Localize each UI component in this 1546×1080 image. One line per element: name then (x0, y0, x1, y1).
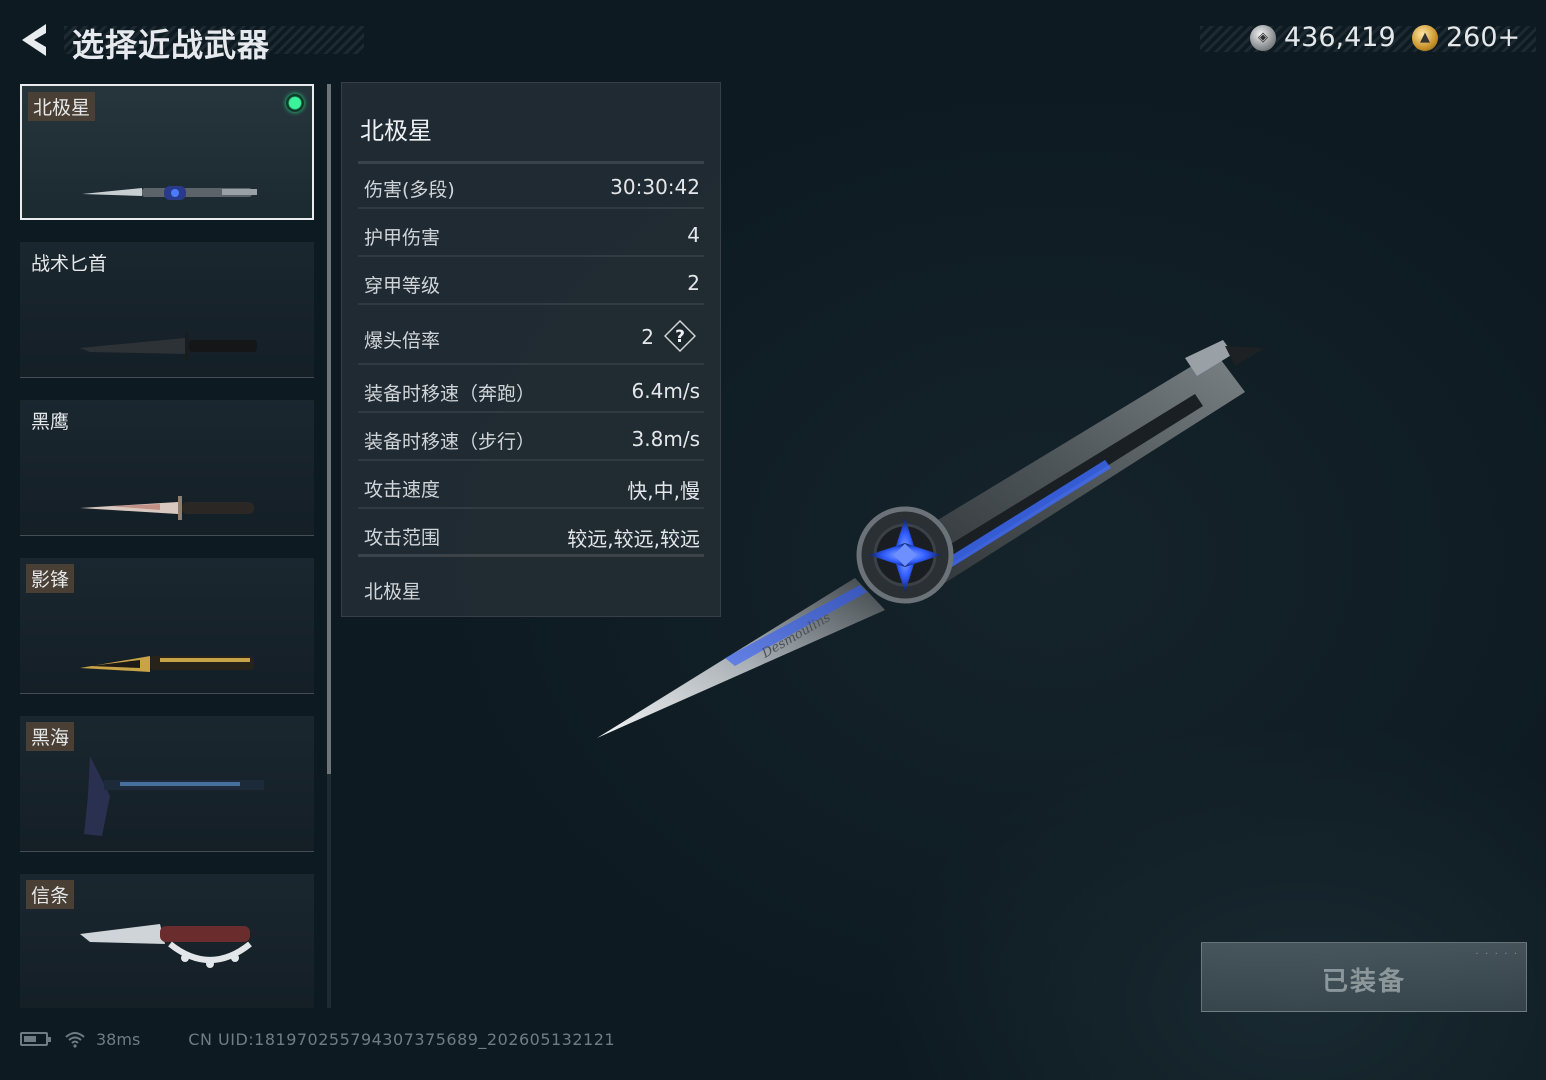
back-button[interactable] (18, 20, 56, 60)
silver-amount: 436,419 (1284, 22, 1396, 53)
equipped-button[interactable]: · · · · · 已装备 (1201, 942, 1527, 1012)
weapon-card-name: 黑鹰 (31, 411, 70, 433)
weapon-name-title: 北极星 (360, 117, 432, 145)
gold-currency[interactable]: ▲ 260+ (1412, 22, 1520, 53)
user-uid: CN UID:181970255794307375689_20260513212… (188, 1029, 616, 1049)
battery-icon (20, 1032, 51, 1046)
weapon-card-name: 北极星 (28, 92, 96, 121)
scrollbar-thumb[interactable] (327, 84, 331, 774)
ping-readout: 38ms (96, 1029, 141, 1049)
silver-coin-icon: ◈ (1250, 24, 1276, 51)
stat-row-damage: 伤害(多段) 30:30:42 (358, 163, 704, 209)
weapon-card-name: 黑海 (26, 722, 75, 751)
gold-coin-icon: ▲ (1412, 24, 1438, 51)
weapon-card-black-hawk[interactable]: 黑鹰 (20, 400, 314, 536)
weapon-list[interactable]: 北极星 战术匕首 黑鹰 影锋 黑海 信条 (20, 84, 316, 1008)
stat-label: 攻击范围 (364, 527, 441, 549)
wifi-icon (65, 1032, 85, 1048)
silver-currency: ◈ 436,419 (1250, 22, 1396, 53)
stat-value: 30:30:42 (610, 175, 700, 199)
stat-row-penetration-level: 穿甲等级 2 (358, 259, 704, 305)
stat-label: 装备时移速（奔跑） (364, 383, 536, 405)
equipped-indicator-icon (286, 94, 304, 112)
stat-label: 爆头倍率 (364, 330, 441, 352)
weapon-card-shadow-edge[interactable]: 影锋 (20, 558, 314, 694)
polaris-knife-render: Desmoulins (597, 340, 1265, 738)
weapon-card-name: 信条 (26, 880, 75, 909)
stat-row-armor-damage: 护甲伤害 4 (358, 211, 704, 257)
stat-label: 装备时移速（步行） (364, 431, 536, 453)
battery-level (24, 1036, 36, 1042)
creed-knuckle-knife-icon (80, 924, 252, 968)
polaris-knife-icon (82, 186, 257, 200)
weapon-card-creed[interactable]: 信条 (20, 874, 314, 1008)
shadow-edge-knife-icon (80, 656, 254, 672)
stat-value: 2 (687, 271, 700, 295)
gold-amount: 260+ (1446, 22, 1521, 53)
weapon-card-beijixing[interactable]: 北极星 (20, 84, 314, 220)
black-hawk-knife-icon (80, 496, 254, 520)
top-header: 选择近战武器 ◈ 436,419 ▲ 260+ (0, 0, 1546, 80)
weapon-card-tactical-dagger[interactable]: 战术匕首 (20, 242, 314, 378)
weapon-card-name: 战术匕首 (31, 253, 108, 275)
back-arrow-icon (22, 24, 46, 56)
weapon-card-name: 影锋 (26, 564, 75, 593)
button-decoration: · · · · · (1474, 949, 1518, 958)
black-sea-axe-icon (84, 756, 264, 836)
stat-label: 护甲伤害 (364, 227, 441, 249)
stat-label: 攻击速度 (364, 479, 441, 501)
status-bar: 38ms CN UID:181970255794307375689_202605… (20, 1026, 615, 1052)
weapon-card-black-sea[interactable]: 黑海 (20, 716, 314, 852)
page-title: 选择近战武器 (72, 26, 271, 64)
weapon-list-scrollbar[interactable] (327, 84, 331, 1008)
stat-label: 伤害(多段) (364, 179, 455, 201)
stat-label: 穿甲等级 (364, 275, 441, 297)
stat-value: 4 (687, 223, 700, 247)
weapon-description: 北极星 (364, 581, 422, 603)
equipped-button-label: 已装备 (1321, 967, 1406, 997)
tactical-dagger-icon (80, 332, 257, 360)
